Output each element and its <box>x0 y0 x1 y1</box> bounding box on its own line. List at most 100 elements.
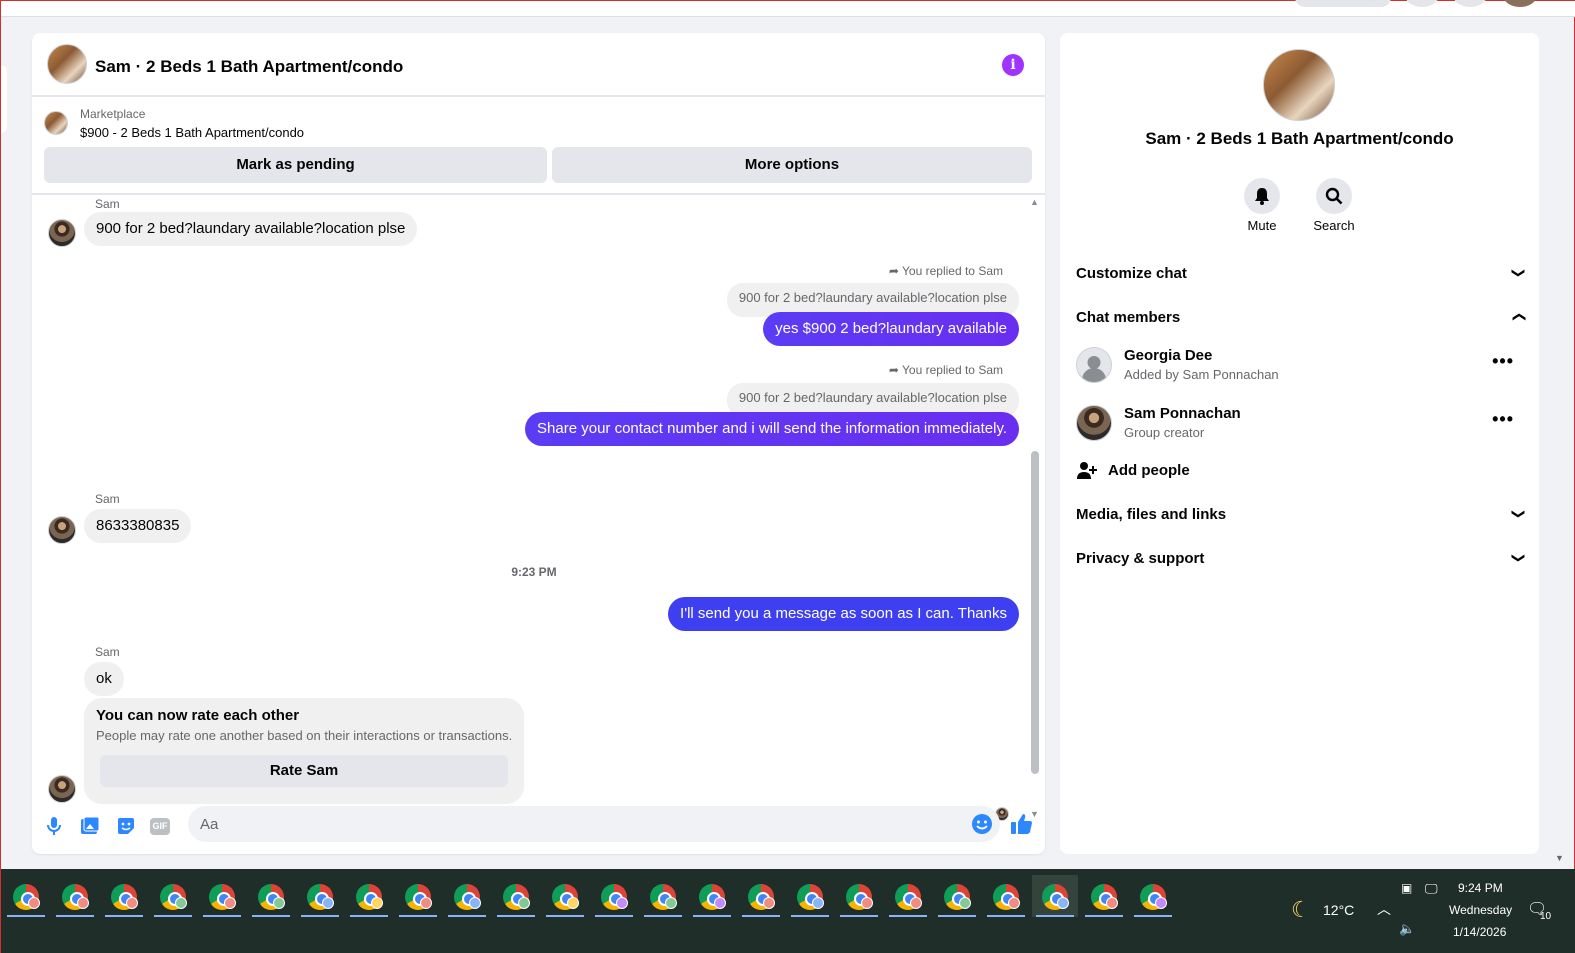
windows-taskbar: ☾ 12°C ︿ ▣ 🖵 🔈 9:24 PM Wednesday 1/14/20… <box>1 869 1575 953</box>
chrome-taskbar-icon[interactable] <box>1130 875 1176 917</box>
top-pill-button[interactable] <box>1295 0 1391 7</box>
scroll-thumb[interactable] <box>1031 451 1039 774</box>
chat-info-avatar[interactable] <box>1263 49 1335 121</box>
rate-sam-button[interactable]: Rate Sam <box>100 755 508 787</box>
running-indicator <box>742 915 780 917</box>
marketplace-item-title[interactable]: $900 - 2 Beds 1 Bath Apartment/condo <box>80 125 304 140</box>
running-indicator <box>252 915 290 917</box>
chrome-taskbar-icon[interactable] <box>787 875 833 917</box>
member-name: Sam Ponnachan <box>1124 405 1241 422</box>
search-icon[interactable] <box>1316 178 1352 214</box>
top-circle-button[interactable] <box>1405 0 1439 7</box>
profile-badge-icon <box>469 897 481 909</box>
listing-thumbnail[interactable] <box>44 111 68 135</box>
chrome-taskbar-icon[interactable] <box>346 875 392 917</box>
chrome-taskbar-icon[interactable] <box>1032 875 1078 917</box>
chrome-taskbar-icon[interactable] <box>1081 875 1127 917</box>
chrome-taskbar-icon[interactable] <box>983 875 1029 917</box>
chrome-taskbar-icon[interactable] <box>444 875 490 917</box>
chrome-taskbar-icon[interactable] <box>738 875 784 917</box>
chrome-taskbar-icon[interactable] <box>150 875 196 917</box>
chrome-taskbar-icon[interactable] <box>836 875 882 917</box>
sender-avatar[interactable] <box>48 219 76 247</box>
info-icon[interactable]: i <box>1002 54 1024 76</box>
profile-badge-icon <box>1155 897 1167 909</box>
profile-avatar[interactable] <box>1503 0 1537 7</box>
chrome-taskbar-icon[interactable] <box>248 875 294 917</box>
profile-badge-icon <box>616 897 628 909</box>
incoming-message[interactable]: 900 for 2 bed?laundary available?locatio… <box>84 212 418 246</box>
clock-time[interactable]: 9:24 PM <box>1458 881 1503 895</box>
emoji-icon[interactable] <box>971 813 993 835</box>
gif-icon[interactable]: GIF <box>150 816 172 838</box>
mute-label[interactable]: Mute <box>1222 218 1302 233</box>
add-people-row[interactable]: Add people <box>1076 461 1524 485</box>
profile-badge-icon <box>714 897 726 909</box>
more-options-button[interactable]: More options <box>552 147 1032 183</box>
thumbs-up-icon[interactable] <box>1010 813 1032 835</box>
running-indicator <box>938 915 976 917</box>
chrome-taskbar-icon[interactable] <box>640 875 686 917</box>
incoming-message[interactable]: ok <box>84 662 124 696</box>
profile-badge-icon <box>77 897 89 909</box>
chevron-up-icon[interactable]: ︿ <box>1377 899 1391 919</box>
outgoing-message[interactable]: Share your contact number and i will sen… <box>525 412 1019 446</box>
chat-title[interactable]: Sam · 2 Beds 1 Bath Apartment/condo <box>95 57 403 77</box>
running-indicator <box>56 915 94 917</box>
chat-info-name: Sam · 2 Beds 1 Bath Apartment/condo <box>1145 129 1454 148</box>
clock-date[interactable]: 1/14/2026 <box>1453 925 1506 939</box>
page-scroll-down-icon[interactable]: ▼ <box>1555 853 1564 863</box>
profile-badge-icon <box>518 897 530 909</box>
chrome-taskbar-icon[interactable] <box>689 875 735 917</box>
moon-icon[interactable]: ☾ <box>1291 897 1311 923</box>
weather-temp[interactable]: 12°C <box>1323 902 1354 918</box>
incoming-message[interactable]: 8633380835 <box>84 509 192 543</box>
top-circle-button[interactable] <box>1453 0 1487 7</box>
network-icon[interactable]: 🖵 <box>1425 881 1438 897</box>
more-icon[interactable]: ••• <box>1492 351 1514 372</box>
scroll-up-icon[interactable]: ▲ <box>1030 197 1039 207</box>
camera-icon[interactable]: ▣ <box>1401 881 1412 895</box>
message-timestamp: 9:23 PM <box>511 565 557 579</box>
bell-icon[interactable] <box>1244 178 1280 214</box>
photo-icon[interactable] <box>79 816 101 838</box>
running-indicator <box>840 915 878 917</box>
chrome-taskbar-icon[interactable] <box>52 875 98 917</box>
privacy-support-label: Privacy & support <box>1076 550 1205 567</box>
chrome-taskbar-icon[interactable] <box>101 875 147 917</box>
outgoing-message[interactable]: I'll send you a message as soon as I can… <box>668 597 1019 631</box>
microphone-icon[interactable] <box>43 816 65 838</box>
sticker-icon[interactable] <box>115 816 137 838</box>
sender-avatar[interactable] <box>48 775 76 803</box>
browser-top-bar <box>1 0 1575 17</box>
clock-day[interactable]: Wednesday <box>1449 903 1512 917</box>
profile-badge-icon <box>273 897 285 909</box>
profile-badge-icon <box>567 897 579 909</box>
sender-avatar[interactable] <box>48 516 76 544</box>
more-icon[interactable]: ••• <box>1492 409 1514 430</box>
chat-members-row[interactable]: Chat members ❯ <box>1076 309 1526 333</box>
privacy-support-row[interactable]: Privacy & support ❯ <box>1076 550 1527 574</box>
member-sub: Added by Sam Ponnachan <box>1124 367 1279 382</box>
chrome-taskbar-icon[interactable] <box>3 875 49 917</box>
member-row[interactable]: Sam Ponnachan Group creator ••• <box>1076 403 1524 447</box>
listing-avatar[interactable] <box>47 44 87 84</box>
mark-as-pending-button[interactable]: Mark as pending <box>44 147 547 183</box>
chrome-taskbar-icon[interactable] <box>199 875 245 917</box>
chrome-taskbar-icon[interactable] <box>591 875 637 917</box>
customize-chat-row[interactable]: Customize chat ❯ <box>1076 265 1527 289</box>
chrome-taskbar-icon[interactable] <box>395 875 441 917</box>
member-row[interactable]: Georgia Dee Added by Sam Ponnachan ••• <box>1076 345 1524 389</box>
outgoing-message[interactable]: yes $900 2 bed?laundary available <box>763 312 1019 346</box>
chrome-taskbar-icon[interactable] <box>297 875 343 917</box>
profile-badge-icon <box>126 897 138 909</box>
chrome-taskbar-icon[interactable] <box>493 875 539 917</box>
chrome-taskbar-icon[interactable] <box>542 875 588 917</box>
volume-icon[interactable]: 🔈 <box>1399 921 1415 937</box>
chrome-taskbar-icon[interactable] <box>934 875 980 917</box>
search-label[interactable]: Search <box>1294 218 1374 233</box>
message-scrollbar[interactable]: ▲ ▼ <box>1029 195 1041 819</box>
message-input[interactable] <box>188 806 1000 842</box>
chrome-taskbar-icon[interactable] <box>885 875 931 917</box>
media-files-links-row[interactable]: Media, files and links ❯ <box>1076 506 1527 530</box>
